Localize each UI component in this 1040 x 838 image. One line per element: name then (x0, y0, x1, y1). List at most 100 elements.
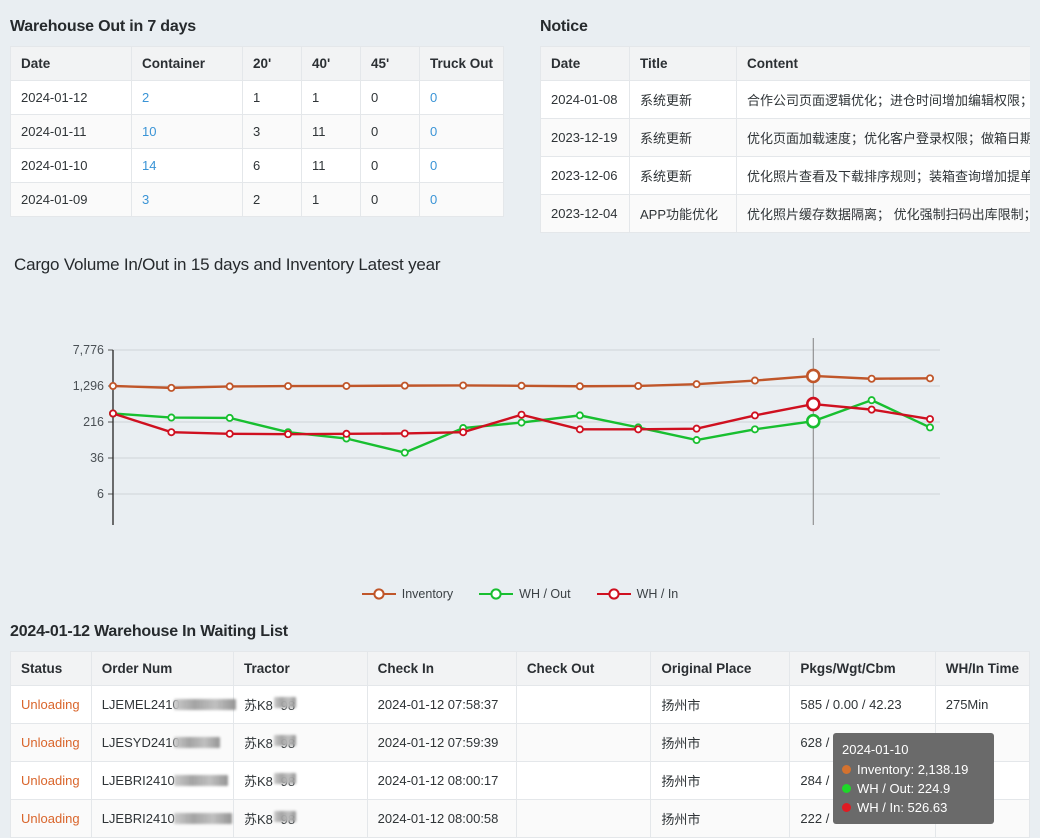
truck-out-link[interactable]: 0 (418, 80, 504, 115)
table-row[interactable]: 2023-12-04 APP功能优化 优化照片缓存数据隔离； 优化强制扫码出库限制； (540, 194, 1030, 233)
data-point[interactable] (750, 376, 759, 385)
notice-title: Notice (540, 18, 588, 35)
data-point[interactable] (692, 436, 701, 445)
data-point[interactable] (225, 413, 234, 422)
order-num-text: LJEMEL2410 (102, 697, 236, 712)
data-point[interactable] (109, 382, 118, 391)
cell-date: 2024-01-12 (10, 80, 132, 115)
cell-order-num: LJEBRI2410 (90, 799, 234, 838)
data-point[interactable] (575, 411, 584, 420)
order-num-text: LJEBRI2410 (102, 773, 228, 788)
tooltip-date: 2024-01-10 (842, 742, 909, 757)
cell-date: 2024-01-10 (10, 148, 132, 183)
data-point[interactable] (342, 381, 351, 390)
data-point[interactable] (167, 383, 176, 392)
col-check-out: Check Out (515, 651, 652, 686)
cell-title: 系统更新 (629, 156, 737, 195)
cell-date: 2023-12-06 (540, 156, 630, 195)
data-point[interactable] (750, 425, 759, 434)
cell-20ft: 1 (241, 80, 302, 115)
data-point[interactable] (692, 380, 701, 389)
data-point[interactable] (926, 423, 935, 432)
data-point[interactable] (750, 411, 759, 420)
cell-40ft: 1 (300, 80, 361, 115)
cell-40ft: 11 (300, 114, 361, 149)
cell-date: 2024-01-08 (540, 80, 630, 119)
tooltip-wh-in-text: WH / In: 526.63 (857, 800, 948, 815)
data-point[interactable] (167, 413, 176, 422)
data-point[interactable] (517, 410, 526, 419)
truck-out-link[interactable]: 0 (418, 182, 504, 217)
chart-legend[interactable]: Inventory WH / Out WH / In (0, 587, 1040, 601)
cell-title: APP功能优化 (629, 194, 737, 233)
cell-tractor: 苏K8 98 (232, 685, 368, 724)
container-link[interactable]: 2 (130, 80, 243, 115)
data-point[interactable] (867, 374, 876, 383)
data-point[interactable] (225, 429, 234, 438)
legend-item-wh-out[interactable]: WH / Out (479, 587, 571, 601)
col-wh-in-time: WH/In Time (934, 651, 1030, 686)
data-point[interactable] (225, 382, 234, 391)
data-point[interactable] (634, 381, 643, 390)
status-badge[interactable]: Unloading (10, 723, 92, 762)
status-badge[interactable]: Unloading (10, 761, 92, 800)
cell-tractor: 苏K8 98 (232, 761, 368, 800)
data-point[interactable] (167, 428, 176, 437)
data-point[interactable] (805, 413, 821, 429)
cell-date: 2024-01-09 (10, 182, 132, 217)
data-point[interactable] (926, 415, 935, 424)
data-point[interactable] (517, 381, 526, 390)
truck-out-link[interactable]: 0 (418, 114, 504, 149)
data-point[interactable] (459, 381, 468, 390)
data-point[interactable] (400, 381, 409, 390)
data-point[interactable] (517, 418, 526, 427)
container-link[interactable]: 3 (130, 182, 243, 217)
cell-check-out (515, 799, 652, 838)
table-row[interactable]: 2024-01-08 系统更新 合作公司页面逻辑优化；进仓时间增加编辑权限； (540, 80, 1030, 119)
table-header-row: Date Container 20' 40' 45' Truck Out (10, 46, 504, 81)
table-row[interactable]: 2023-12-06 系统更新 优化照片查看及下载排序规则；装箱查询增加提单 (540, 156, 1030, 195)
truck-out-link[interactable]: 0 (418, 148, 504, 183)
y-tick-label: 7,776 (73, 343, 104, 357)
data-point[interactable] (634, 425, 643, 434)
table-header-row: Status Order Num Tractor Check In Check Out O… (10, 651, 1030, 686)
warehouse-out-panel: Warehouse Out in 7 days Date Container 2… (0, 18, 514, 233)
wh-out-dot-icon (842, 784, 851, 793)
container-link[interactable]: 14 (130, 148, 243, 183)
redaction-overlay (173, 737, 220, 748)
data-point[interactable] (400, 448, 409, 457)
tooltip-entry-wh-in: WH / In: 526.63 (842, 798, 985, 817)
data-point[interactable] (692, 424, 701, 433)
status-badge[interactable]: Unloading (10, 685, 92, 724)
chart-canvas[interactable]: 16362161,2967,7762023-12-292023-12-31202… (0, 285, 1040, 570)
data-point[interactable] (575, 425, 584, 434)
data-point[interactable] (926, 374, 935, 383)
data-point[interactable] (575, 382, 584, 391)
tooltip-wh-out-text: WH / Out: 224.9 (857, 781, 951, 796)
data-point[interactable] (867, 396, 876, 405)
cargo-volume-chart[interactable]: 16362161,2967,7762023-12-292023-12-31202… (0, 285, 1040, 824)
table-row[interactable]: 2023-12-19 系统更新 优化页面加载速度；优化客户登录权限；做箱日期 (540, 118, 1030, 157)
data-point[interactable] (284, 382, 293, 391)
col-date: Date (10, 46, 132, 81)
cell-45ft: 0 (359, 148, 420, 183)
cell-order-num: LJEMEL2410 (90, 685, 236, 724)
data-point[interactable] (284, 430, 293, 439)
legend-item-wh-in[interactable]: WH / In (596, 587, 678, 601)
tractor-text: 苏K8 98 (243, 773, 296, 789)
data-point[interactable] (400, 429, 409, 438)
legend-item-inventory[interactable]: Inventory (361, 587, 453, 601)
data-point[interactable] (867, 405, 876, 414)
notice-table-wrap: Date Title Content 2024-01-08 系统更新 合作公司页面逻… (540, 46, 1030, 233)
container-link[interactable]: 10 (130, 114, 243, 149)
redaction-overlay (173, 775, 228, 786)
table-row: 2024-01-09 3 2 1 0 0 (10, 182, 504, 217)
data-point[interactable] (459, 428, 468, 437)
col-title: Title (629, 46, 737, 81)
data-point[interactable] (342, 429, 351, 438)
data-point[interactable] (109, 409, 118, 418)
data-point[interactable] (805, 396, 821, 412)
data-point[interactable] (805, 368, 821, 384)
cell-45ft: 0 (359, 80, 420, 115)
status-badge[interactable]: Unloading (10, 799, 92, 838)
